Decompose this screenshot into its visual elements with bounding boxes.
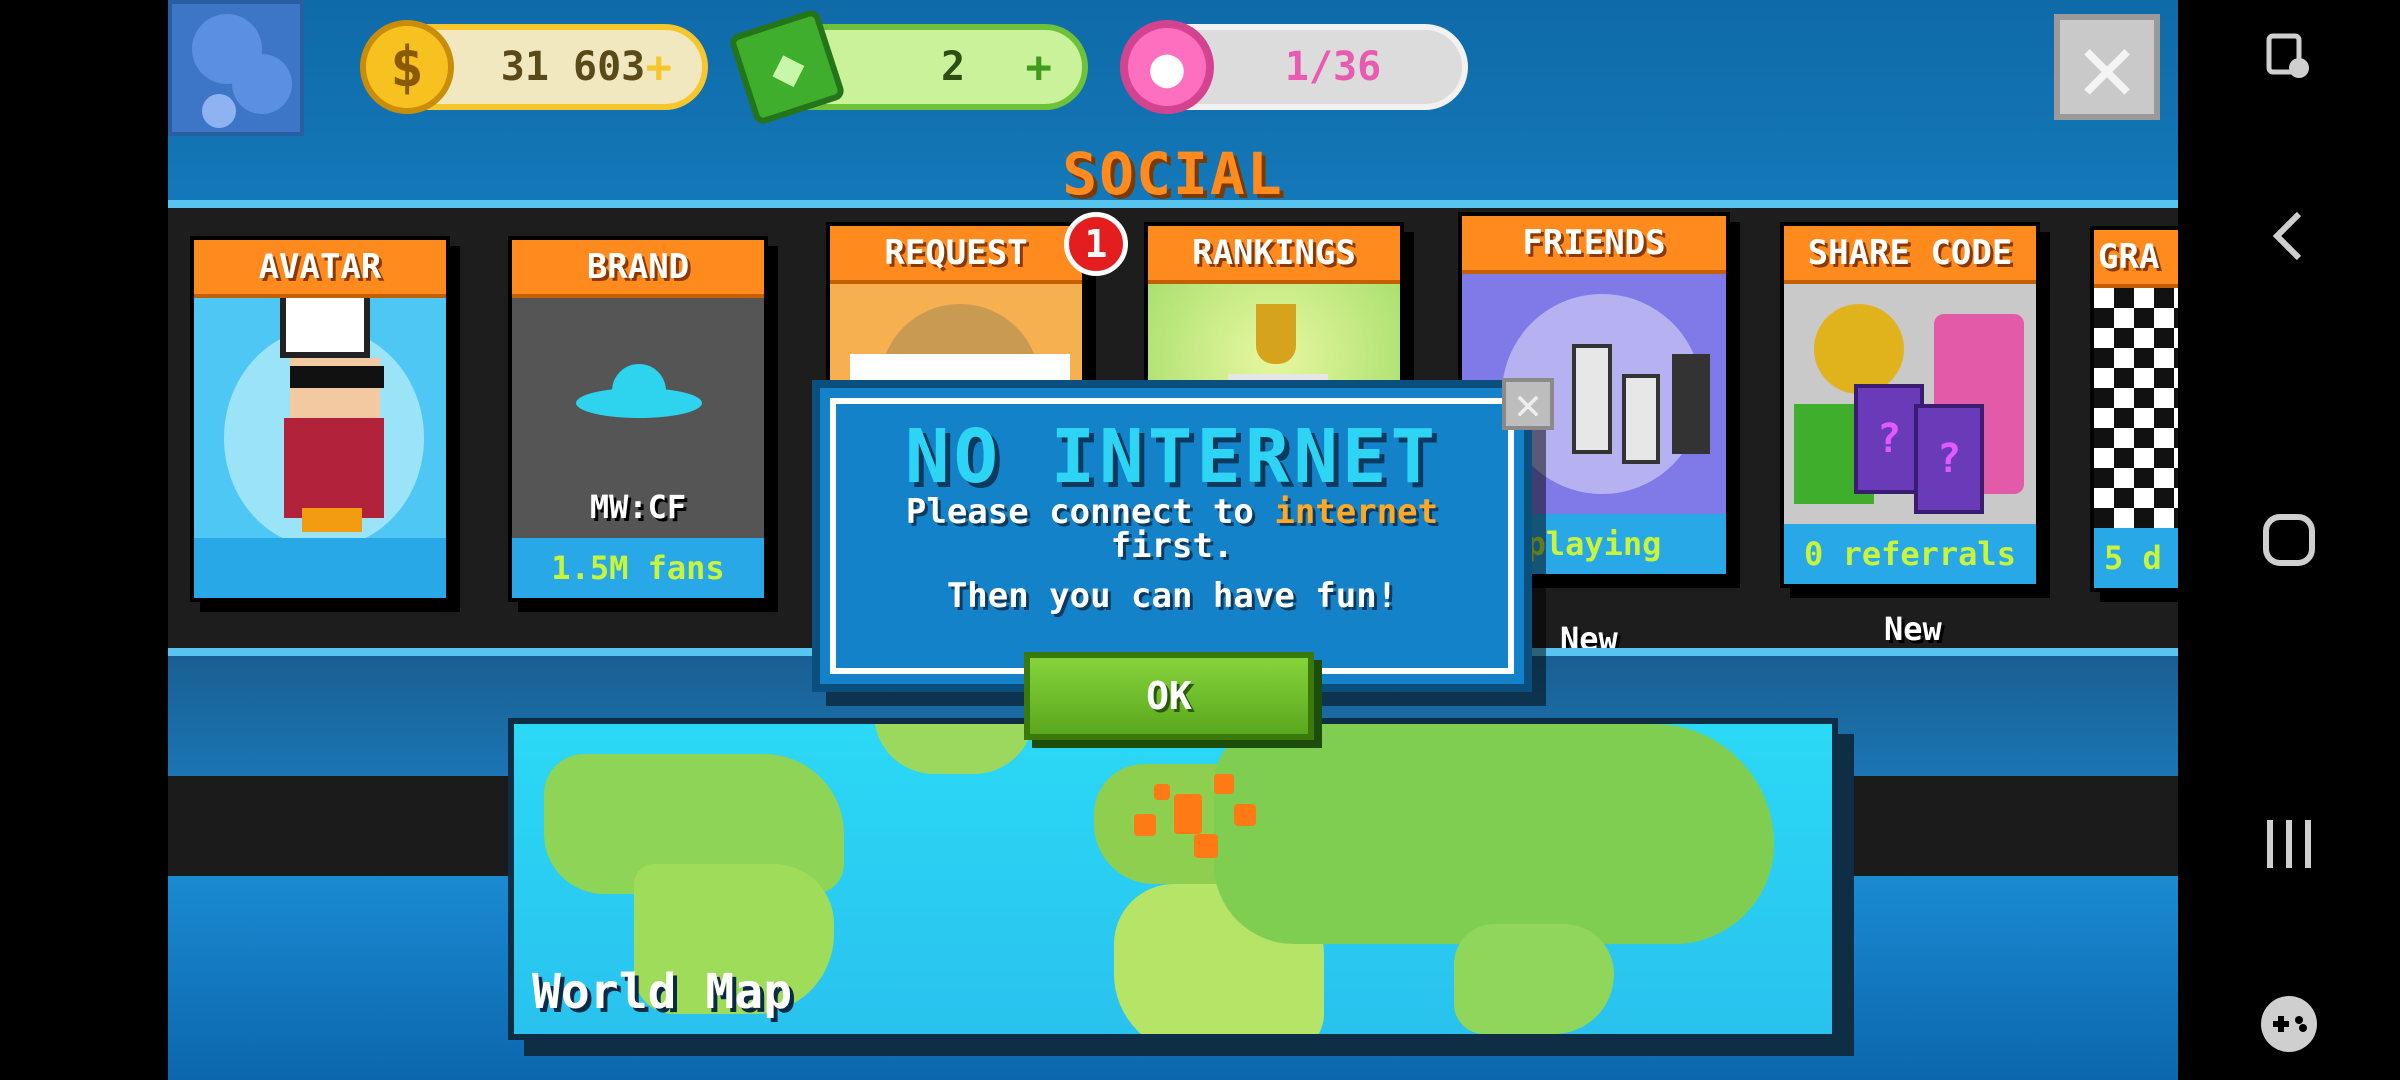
- mystery-cards-icon: ? ?: [1784, 284, 2036, 524]
- card-brand[interactable]: BRAND MW:CF 1.5M fans: [508, 236, 768, 602]
- card-title: FRIENDS: [1462, 216, 1726, 274]
- brand-art: MW:CF: [512, 298, 764, 538]
- cash-counter[interactable]: ◆ 2 +: [727, 7, 1088, 127]
- close-button[interactable]: ✕: [2054, 11, 2160, 123]
- card-title: REQUEST: [830, 226, 1082, 284]
- coins-counter[interactable]: $ 31 603 +: [360, 20, 708, 114]
- checkered-flag-icon: [2094, 288, 2178, 528]
- card-title: AVATAR: [194, 240, 446, 298]
- card-avatar[interactable]: AVATAR: [190, 236, 450, 602]
- add-cash-icon[interactable]: +: [1026, 42, 1053, 93]
- card-footer: 5 d: [2094, 528, 2178, 588]
- donut-counter[interactable]: ● 1/36: [1120, 20, 1468, 114]
- avatar-art: [194, 298, 446, 538]
- page-title: SOCIAL: [1062, 140, 1284, 208]
- dialog-close-button[interactable]: ✕: [1502, 378, 1554, 430]
- card-title: BRAND: [512, 240, 764, 298]
- android-nav-bar: [2178, 0, 2400, 1080]
- card-title: SHARE CODE: [1784, 226, 2036, 284]
- game-screen: $ 31 603 + ◆ 2 + ● 1/36 ✕ SOCIAL AVATAR …: [168, 0, 2178, 1080]
- card-footer: 1.5M fans: [512, 538, 764, 598]
- card-grand[interactable]: GRA 5 d: [2090, 226, 2178, 592]
- card-footer: 0 referrals: [1784, 524, 2036, 584]
- coin-icon: $: [360, 20, 454, 114]
- coins-value: 31 603: [500, 44, 646, 90]
- no-internet-dialog: NO INTERNET Please connect to internet f…: [812, 378, 1554, 692]
- profile-avatar-button[interactable]: [168, 0, 304, 136]
- world-map[interactable]: World Map: [508, 718, 1838, 1040]
- donut-value: 1/36: [1284, 44, 1382, 90]
- card-share-code[interactable]: SHARE CODE ? ? 0 referrals: [1780, 222, 2040, 588]
- card-title: RANKINGS: [1148, 226, 1400, 284]
- card-title: GRA: [2094, 230, 2178, 288]
- notification-badge: 1: [1064, 212, 1128, 276]
- back-icon[interactable]: [2178, 206, 2400, 266]
- map-title: World Map: [532, 964, 793, 1020]
- ok-button[interactable]: OK: [1024, 652, 1314, 740]
- recents-icon[interactable]: [2178, 812, 2400, 876]
- dialog-message-line3: Then you can have fun!: [946, 576, 1398, 616]
- dialog-message-line2: first.: [1110, 526, 1234, 566]
- game-tools-icon[interactable]: [2178, 992, 2400, 1056]
- close-icon: ✕: [2078, 11, 2136, 123]
- dialog-title: NO INTERNET: [904, 414, 1440, 500]
- donut-icon: ●: [1120, 20, 1214, 114]
- new-label: New: [1884, 610, 1942, 648]
- divider: [168, 200, 2178, 208]
- ufo-icon: [576, 364, 702, 420]
- home-icon[interactable]: [2178, 508, 2400, 572]
- screen-touch-icon[interactable]: [2178, 28, 2400, 88]
- brand-name: MW:CF: [589, 488, 687, 526]
- close-icon: ✕: [1514, 378, 1542, 430]
- card-footer: [194, 538, 446, 598]
- add-coins-icon[interactable]: +: [646, 42, 673, 93]
- cash-icon: ◆: [727, 7, 847, 127]
- cash-value: 2: [940, 44, 966, 90]
